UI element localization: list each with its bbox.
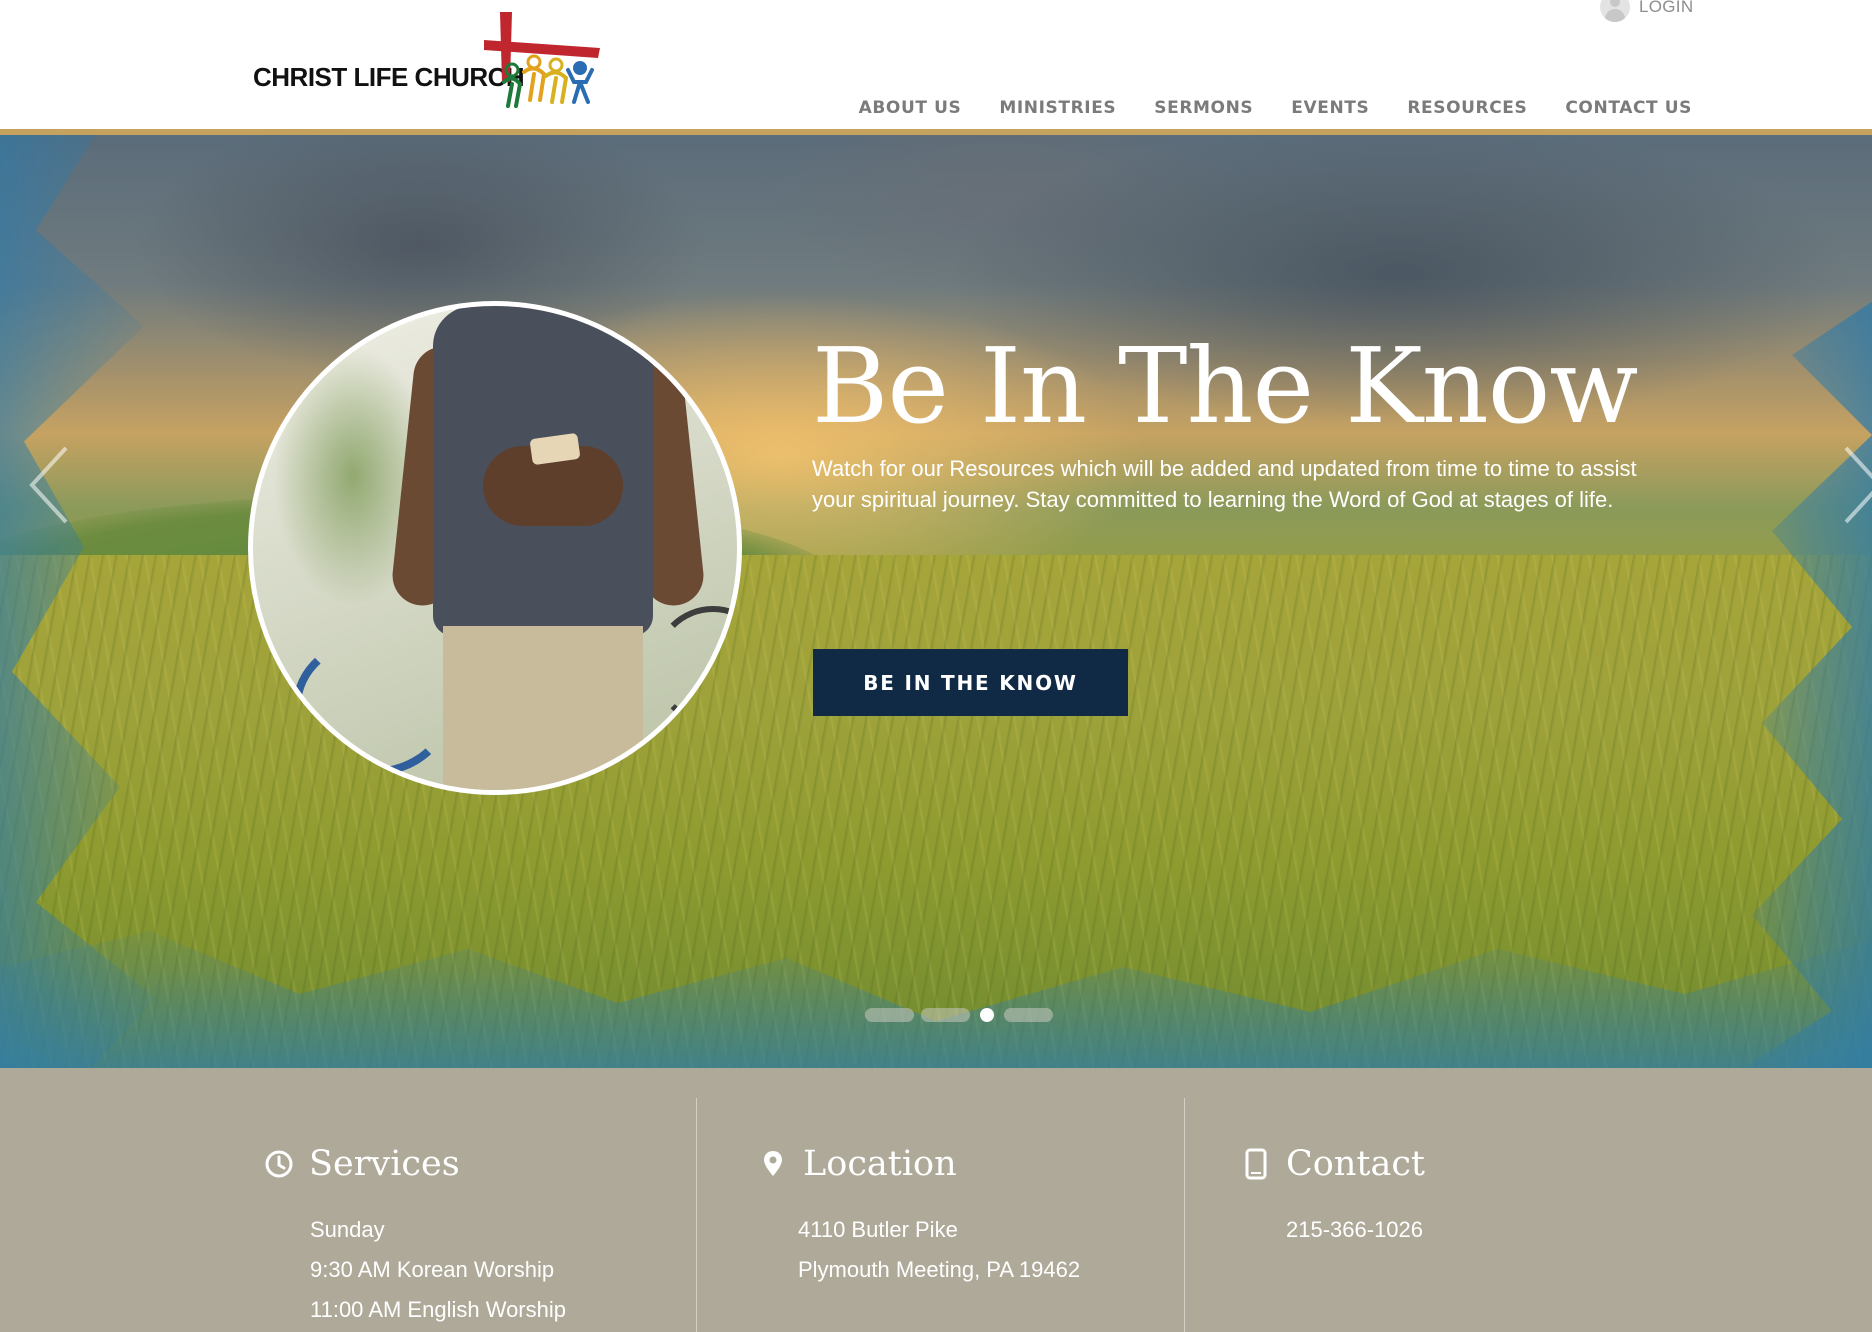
slide-dot-3[interactable] — [980, 1008, 994, 1022]
login-label: LOGIN — [1639, 0, 1694, 16]
chevron-left-icon — [29, 446, 68, 524]
church-logo[interactable]: Christ Life Church — [250, 10, 610, 120]
map-pin-icon — [757, 1148, 789, 1180]
contact-lines: 215-366-1026 — [1286, 1210, 1423, 1250]
address-line[interactable]: 4110 Butler Pike — [798, 1210, 1080, 1250]
info-bar: Services Sunday 9:30 AM Korean Worship 1… — [0, 1068, 1872, 1332]
photo-bicycle — [293, 636, 453, 776]
slide-circle-photo — [248, 301, 742, 795]
services-line: 11:00 AM English Worship — [310, 1297, 566, 1322]
chevron-right-icon — [1844, 446, 1872, 524]
main-nav: ABOUT US MINISTRIES SERMONS EVENTS RESOU… — [859, 98, 1692, 118]
nav-item-sermons[interactable]: SERMONS — [1154, 98, 1253, 118]
location-lines: 4110 Butler Pike Plymouth Meeting, PA 19… — [798, 1210, 1080, 1290]
mobile-phone-icon — [1240, 1148, 1272, 1180]
slide-title: Be In The Know — [812, 325, 1638, 447]
phone-number[interactable]: 215-366-1026 — [1286, 1210, 1423, 1250]
nav-item-about-us[interactable]: ABOUT US — [859, 98, 962, 118]
be-in-the-know-button[interactable]: BE IN THE KNOW — [813, 649, 1128, 716]
address-line[interactable]: Plymouth Meeting, PA 19462 — [798, 1250, 1080, 1290]
photo-bicycle-rear — [653, 606, 737, 726]
services-lines: Sunday 9:30 AM Korean Worship 11:00 AM E… — [310, 1210, 566, 1330]
services-title: Services — [309, 1144, 460, 1184]
photo-pants — [443, 626, 643, 790]
location-column: Location 4110 Butler Pike Plymouth Meeti… — [696, 1098, 1184, 1332]
logo-cross-figures-icon — [484, 12, 600, 108]
nav-item-ministries[interactable]: MINISTRIES — [999, 98, 1116, 118]
contact-heading: Contact — [1240, 1144, 1425, 1184]
nav-item-resources[interactable]: RESOURCES — [1407, 98, 1527, 118]
slider-pagination — [865, 1008, 1053, 1022]
slide-dot-2[interactable] — [921, 1008, 970, 1022]
services-column: Services Sunday 9:30 AM Korean Worship 1… — [208, 1098, 696, 1332]
slide-dot-4[interactable] — [1004, 1008, 1053, 1022]
user-avatar-icon — [1600, 0, 1630, 22]
hero-slider: Be In The Know Watch for our Resources w… — [0, 135, 1872, 1068]
services-line: 9:30 AM Korean Worship — [310, 1257, 555, 1282]
slide-description: Watch for our Resources which will be ad… — [812, 456, 1637, 512]
location-heading: Location — [757, 1144, 957, 1184]
slider-next-button[interactable] — [1836, 440, 1872, 530]
slider-prev-button[interactable] — [22, 440, 82, 530]
login-link[interactable]: LOGIN — [1600, 0, 1693, 24]
slide-dot-1[interactable] — [865, 1008, 914, 1022]
location-title: Location — [803, 1144, 957, 1184]
nav-item-events[interactable]: EVENTS — [1291, 98, 1369, 118]
site-header: Christ Life Church LOGIN ABOUT US MINIST… — [0, 0, 1872, 135]
contact-column: Contact 215-366-1026 — [1184, 1098, 1672, 1332]
contact-title: Contact — [1286, 1144, 1425, 1184]
nav-item-contact-us[interactable]: CONTACT US — [1565, 98, 1692, 118]
clock-icon — [263, 1148, 295, 1180]
services-heading: Services — [263, 1144, 460, 1184]
services-line: Sunday — [310, 1217, 385, 1242]
